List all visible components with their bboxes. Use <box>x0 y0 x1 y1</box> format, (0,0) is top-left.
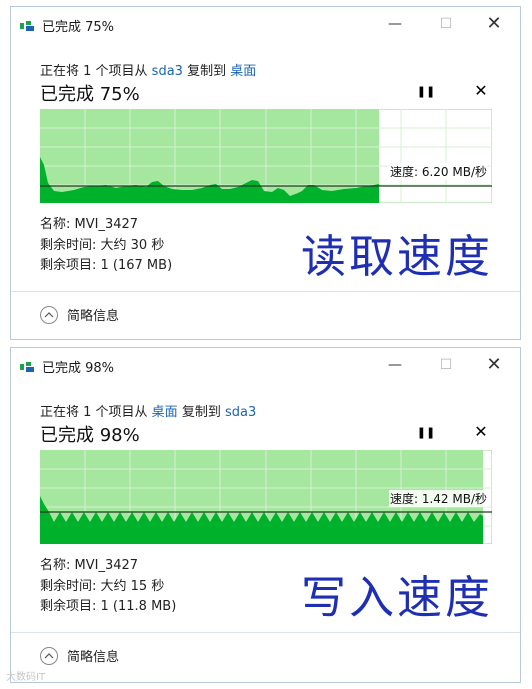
overlay-caption: 写入速度 <box>301 571 494 624</box>
minimize-icon[interactable]: — <box>380 354 410 376</box>
close-icon[interactable]: ✕ <box>479 13 509 35</box>
minimize-icon[interactable]: — <box>380 13 410 35</box>
operation-description: 正在将 1 个项目从 桌面 复制到 sda3 <box>40 401 256 420</box>
speed-label: 速度: 1.42 MB/秒 <box>388 490 488 507</box>
watermark: 大数码IT <box>6 672 46 683</box>
cancel-button[interactable]: ✕ <box>469 421 493 443</box>
time-remaining: 剩余时间: 大约 30 秒 <box>40 237 165 253</box>
title-bar[interactable]: 已完成 75% — ☐ ✕ <box>11 7 520 41</box>
chevron-up-icon <box>40 646 58 665</box>
window-title: 已完成 98% <box>42 361 115 376</box>
fewer-details-label: 简略信息 <box>67 309 120 324</box>
speed-graph: 速度: 6.20 MB/秒 <box>40 109 492 203</box>
copy-dialog-read: 已完成 75% — ☐ ✕ 正在将 1 个项目从 sda3 复制到 桌面 已完成… <box>10 6 521 340</box>
details-panel: 名称: MVI_3427 剩余时间: 大约 30 秒 剩余项目: 1 (167 … <box>40 215 172 277</box>
copy-dialog-write: 已完成 98% — ☐ ✕ 正在将 1 个项目从 桌面 复制到 sda3 已完成… <box>10 347 521 683</box>
fewer-details-button[interactable]: 简略信息 <box>40 646 119 665</box>
maximize-icon[interactable]: ☐ <box>431 354 461 376</box>
speed-label: 速度: 6.20 MB/秒 <box>388 163 488 180</box>
cancel-button[interactable]: ✕ <box>469 80 493 102</box>
items-remaining: 剩余项目: 1 (11.8 MB) <box>40 599 177 614</box>
op-text: 复制到 <box>182 64 231 79</box>
file-name: 名称: MVI_3427 <box>40 217 139 232</box>
percent-complete: 已完成 75% <box>40 84 140 105</box>
pause-button[interactable]: ❚❚ <box>414 422 438 444</box>
time-remaining: 剩余时间: 大约 15 秒 <box>40 578 165 594</box>
speed-graph: 速度: 1.42 MB/秒 <box>40 450 492 544</box>
divider <box>11 291 520 292</box>
chevron-up-icon <box>40 305 58 324</box>
op-text: 正在将 1 个项目从 <box>40 405 152 420</box>
percent-complete: 已完成 98% <box>40 425 140 446</box>
copy-progress-icon <box>20 358 34 372</box>
window-title: 已完成 75% <box>42 20 115 35</box>
maximize-icon[interactable]: ☐ <box>431 13 461 35</box>
op-text: 正在将 1 个项目从 <box>40 64 152 79</box>
destination-link[interactable]: 桌面 <box>230 64 256 79</box>
destination-link[interactable]: sda3 <box>225 405 256 420</box>
file-name: 名称: MVI_3427 <box>40 558 139 573</box>
details-panel: 名称: MVI_3427 剩余时间: 大约 15 秒 剩余项目: 1 (11.8… <box>40 556 176 618</box>
fewer-details-button[interactable]: 简略信息 <box>40 305 119 324</box>
op-text: 复制到 <box>177 405 225 420</box>
copy-progress-icon <box>20 17 34 31</box>
pause-button[interactable]: ❚❚ <box>414 81 438 103</box>
operation-description: 正在将 1 个项目从 sda3 复制到 桌面 <box>40 60 256 79</box>
close-icon[interactable]: ✕ <box>479 354 509 376</box>
title-bar[interactable]: 已完成 98% — ☐ ✕ <box>11 348 520 382</box>
source-link[interactable]: 桌面 <box>152 405 178 420</box>
divider <box>11 632 520 633</box>
source-link[interactable]: sda3 <box>152 64 183 79</box>
fewer-details-label: 简略信息 <box>67 650 120 665</box>
items-remaining: 剩余项目: 1 (167 MB) <box>40 258 173 273</box>
overlay-caption: 读取速度 <box>301 230 494 283</box>
